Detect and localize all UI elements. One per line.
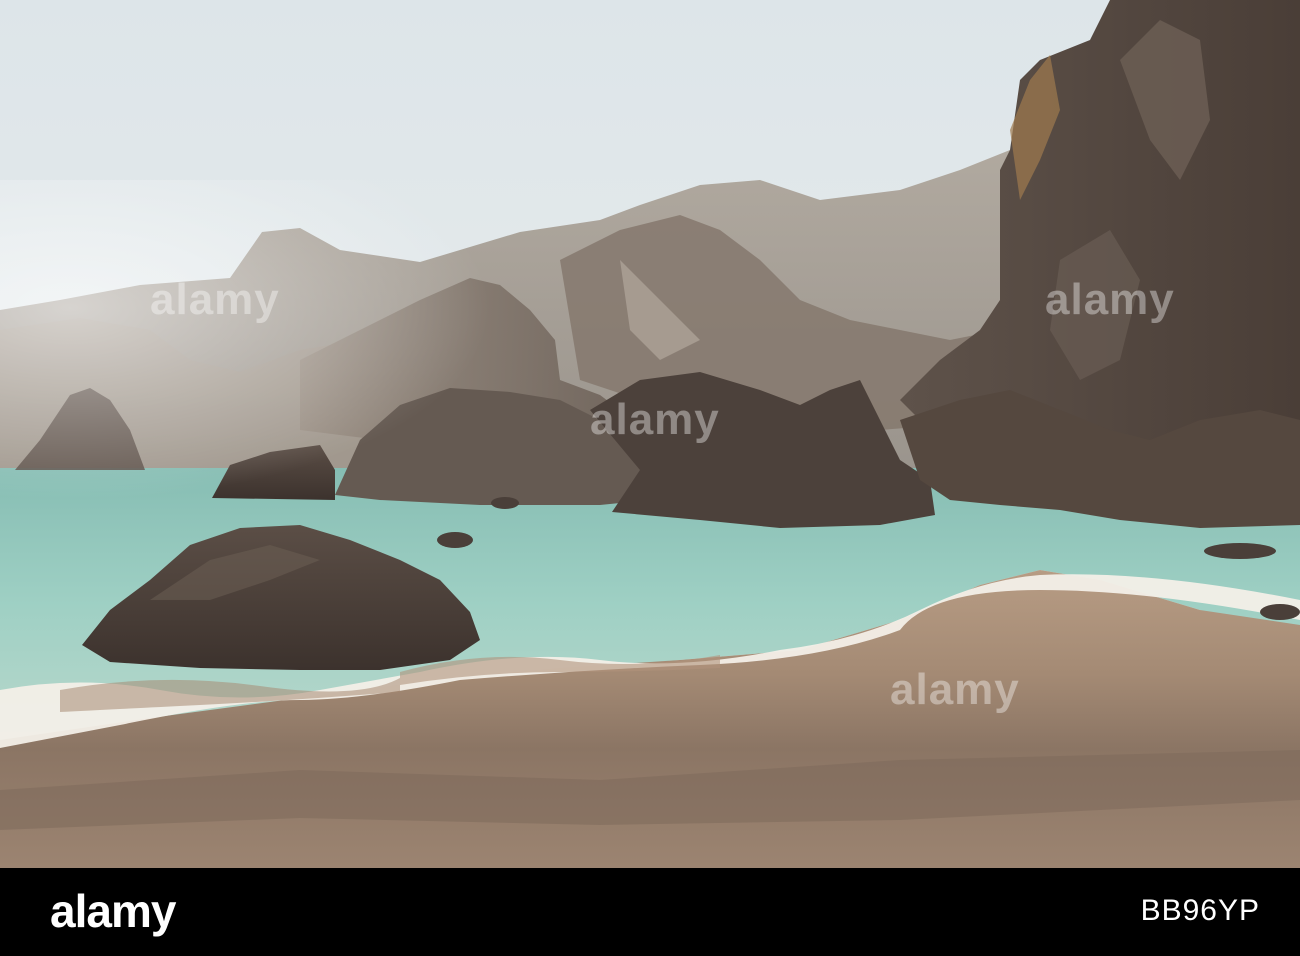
stock-photo-page: alamy alamy alamy alamy alamy BB96YP <box>0 0 1300 956</box>
footer-bar: alamy BB96YP <box>0 868 1300 956</box>
sea-mist <box>0 180 700 500</box>
beach-photo: alamy alamy alamy alamy <box>0 0 1300 868</box>
beach-scene-svg <box>0 0 1300 868</box>
image-code: BB96YP <box>1140 894 1260 927</box>
alamy-logo[interactable]: alamy <box>50 884 176 938</box>
small-rock <box>1260 604 1300 620</box>
small-rock <box>437 532 473 548</box>
small-rock <box>1204 543 1276 559</box>
